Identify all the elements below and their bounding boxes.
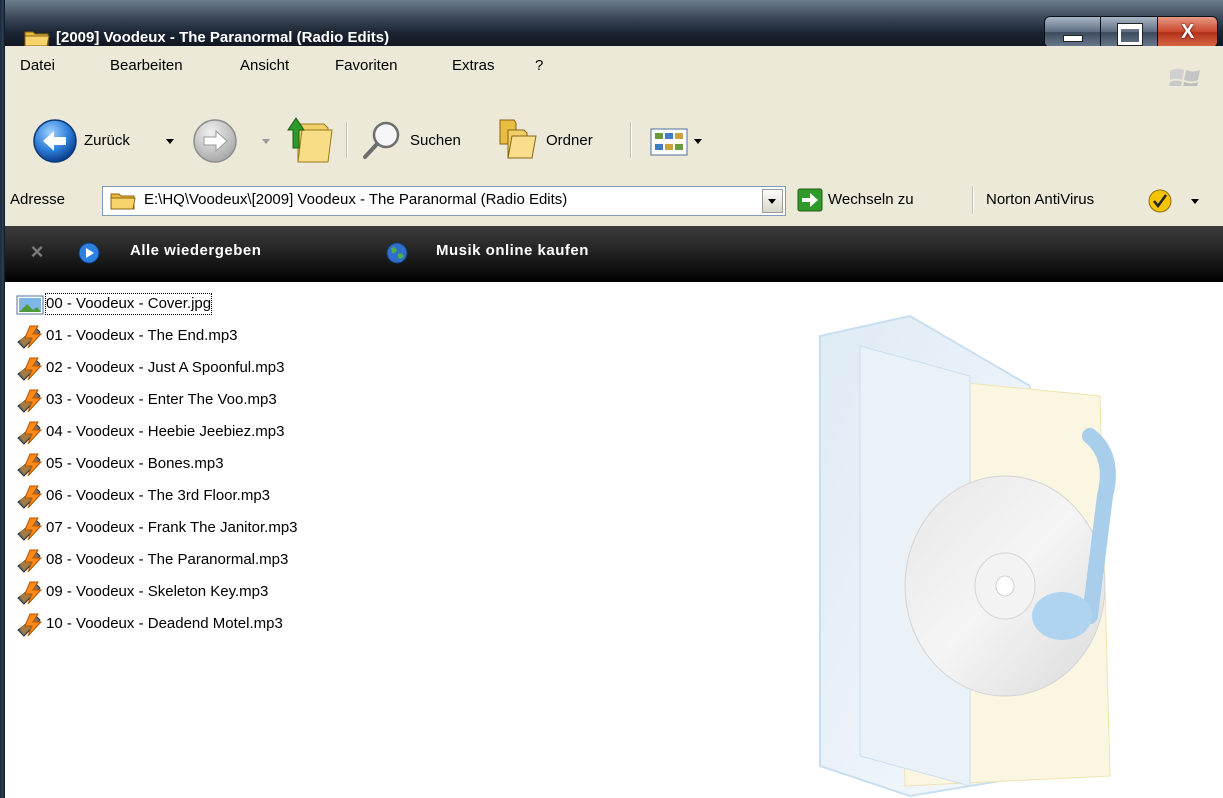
mp3-file-icon bbox=[17, 357, 43, 381]
window-title: [2009] Voodeux - The Paranormal (Radio E… bbox=[56, 29, 390, 46]
file-name: 07 - Voodeux - Frank The Janitor.mp3 bbox=[46, 519, 298, 536]
search-icon[interactable] bbox=[360, 118, 404, 162]
file-name: 06 - Voodeux - The 3rd Floor.mp3 bbox=[46, 487, 271, 504]
mp3-file-icon bbox=[17, 421, 43, 445]
play-icon[interactable] bbox=[78, 242, 100, 264]
file-name: 01 - Voodeux - The End.mp3 bbox=[46, 327, 238, 344]
menu-extras[interactable]: Extras bbox=[452, 56, 495, 76]
file-name: 08 - Voodeux - The Paranormal.mp3 bbox=[46, 551, 289, 568]
list-item[interactable]: 03 - Voodeux - Enter The Voo.mp3 bbox=[16, 386, 516, 414]
list-item[interactable]: 09 - Voodeux - Skeleton Key.mp3 bbox=[16, 578, 516, 606]
forward-dropdown-icon[interactable] bbox=[262, 139, 270, 144]
up-folder-icon[interactable] bbox=[284, 114, 334, 166]
explorer-window: [2009] Voodeux - The Paranormal (Radio E… bbox=[0, 0, 1223, 798]
forward-arrow-icon[interactable] bbox=[192, 118, 238, 164]
list-item[interactable]: 07 - Voodeux - Frank The Janitor.mp3 bbox=[16, 514, 516, 542]
address-dropdown-button[interactable] bbox=[762, 189, 783, 213]
address-separator bbox=[972, 186, 974, 214]
norton-antivirus-icon[interactable] bbox=[1148, 189, 1172, 213]
mp3-file-icon bbox=[17, 485, 43, 509]
toolbar-separator bbox=[346, 122, 348, 158]
list-item[interactable]: 08 - Voodeux - The Paranormal.mp3 bbox=[16, 546, 516, 574]
list-item[interactable]: 02 - Voodeux - Just A Spoonful.mp3 bbox=[16, 354, 516, 382]
view-dropdown-icon[interactable] bbox=[694, 139, 702, 144]
list-item[interactable]: 04 - Voodeux - Heebie Jeebiez.mp3 bbox=[16, 418, 516, 446]
caption-buttons: X bbox=[1044, 16, 1218, 48]
norton-dropdown-icon[interactable] bbox=[1191, 199, 1199, 204]
list-item[interactable]: 06 - Voodeux - The 3rd Floor.mp3 bbox=[16, 482, 516, 510]
file-name: 09 - Voodeux - Skeleton Key.mp3 bbox=[46, 583, 269, 600]
list-item[interactable]: 00 - Voodeux - Cover.jpg bbox=[16, 290, 516, 318]
file-name: 10 - Voodeux - Deadend Motel.mp3 bbox=[46, 615, 283, 632]
file-name: 04 - Voodeux - Heebie Jeebiez.mp3 bbox=[46, 423, 285, 440]
file-name: 02 - Voodeux - Just A Spoonful.mp3 bbox=[46, 359, 285, 376]
go-button-label[interactable]: Wechseln zu bbox=[828, 190, 914, 210]
menu-bearbeiten[interactable]: Bearbeiten bbox=[110, 56, 183, 76]
title-bar[interactable]: [2009] Voodeux - The Paranormal (Radio E… bbox=[0, 0, 1223, 48]
back-button-label[interactable]: Zurück bbox=[84, 131, 130, 151]
folders-icon[interactable] bbox=[494, 114, 540, 162]
norton-antivirus-label[interactable]: Norton AntiVirus bbox=[986, 190, 1094, 210]
buy-music-online-button[interactable]: Musik online kaufen bbox=[436, 240, 589, 262]
menu-ansicht[interactable]: Ansicht bbox=[240, 56, 289, 76]
toolbar-separator bbox=[630, 122, 632, 158]
list-item[interactable]: 05 - Voodeux - Bones.mp3 bbox=[16, 450, 516, 478]
mp3-file-icon bbox=[17, 325, 43, 349]
search-button-label[interactable]: Suchen bbox=[410, 131, 461, 151]
music-folder-watermark-icon bbox=[819, 314, 1116, 798]
maximize-button[interactable] bbox=[1101, 17, 1158, 47]
menu-favoriten[interactable]: Favoriten bbox=[335, 56, 398, 76]
back-arrow-icon[interactable] bbox=[32, 118, 78, 164]
view-menu-icon[interactable] bbox=[650, 128, 688, 156]
menu-datei[interactable]: Datei bbox=[20, 56, 55, 76]
address-label: Adresse bbox=[10, 191, 66, 208]
address-path[interactable]: E:\HQ\Voodeux\[2009] Voodeux - The Paran… bbox=[144, 190, 567, 210]
minimize-button[interactable] bbox=[1045, 17, 1102, 47]
toolbar bbox=[5, 86, 1223, 181]
close-icon: X bbox=[1181, 21, 1195, 43]
mp3-file-icon bbox=[17, 517, 43, 541]
mp3-file-icon bbox=[17, 581, 43, 605]
folder-icon bbox=[110, 193, 136, 210]
list-item[interactable]: 01 - Voodeux - The End.mp3 bbox=[16, 322, 516, 350]
play-all-button[interactable]: Alle wiedergeben bbox=[130, 240, 261, 262]
mp3-file-icon bbox=[17, 613, 43, 637]
file-name: 05 - Voodeux - Bones.mp3 bbox=[46, 455, 224, 472]
mp3-file-icon bbox=[17, 389, 43, 413]
folder-icon bbox=[24, 31, 50, 47]
mp3-file-icon bbox=[17, 549, 43, 573]
menu-help[interactable]: ? bbox=[535, 56, 543, 76]
file-name: 00 - Voodeux - Cover.jpg bbox=[44, 293, 213, 315]
image-file-icon bbox=[16, 295, 44, 315]
file-name: 03 - Voodeux - Enter The Voo.mp3 bbox=[46, 391, 277, 408]
go-arrow-icon[interactable] bbox=[797, 188, 823, 212]
close-button[interactable]: X bbox=[1157, 17, 1217, 47]
folders-button-label[interactable]: Ordner bbox=[546, 131, 593, 151]
list-item[interactable]: 10 - Voodeux - Deadend Motel.mp3 bbox=[16, 610, 516, 638]
menu-bar: Datei Bearbeiten Ansicht Favoriten Extra… bbox=[5, 46, 1223, 87]
mp3-file-icon bbox=[17, 453, 43, 477]
window-left-border bbox=[0, 0, 5, 798]
media-bar-close-icon[interactable]: × bbox=[27, 241, 47, 263]
back-dropdown-icon[interactable] bbox=[166, 139, 174, 144]
globe-icon[interactable] bbox=[386, 242, 408, 264]
